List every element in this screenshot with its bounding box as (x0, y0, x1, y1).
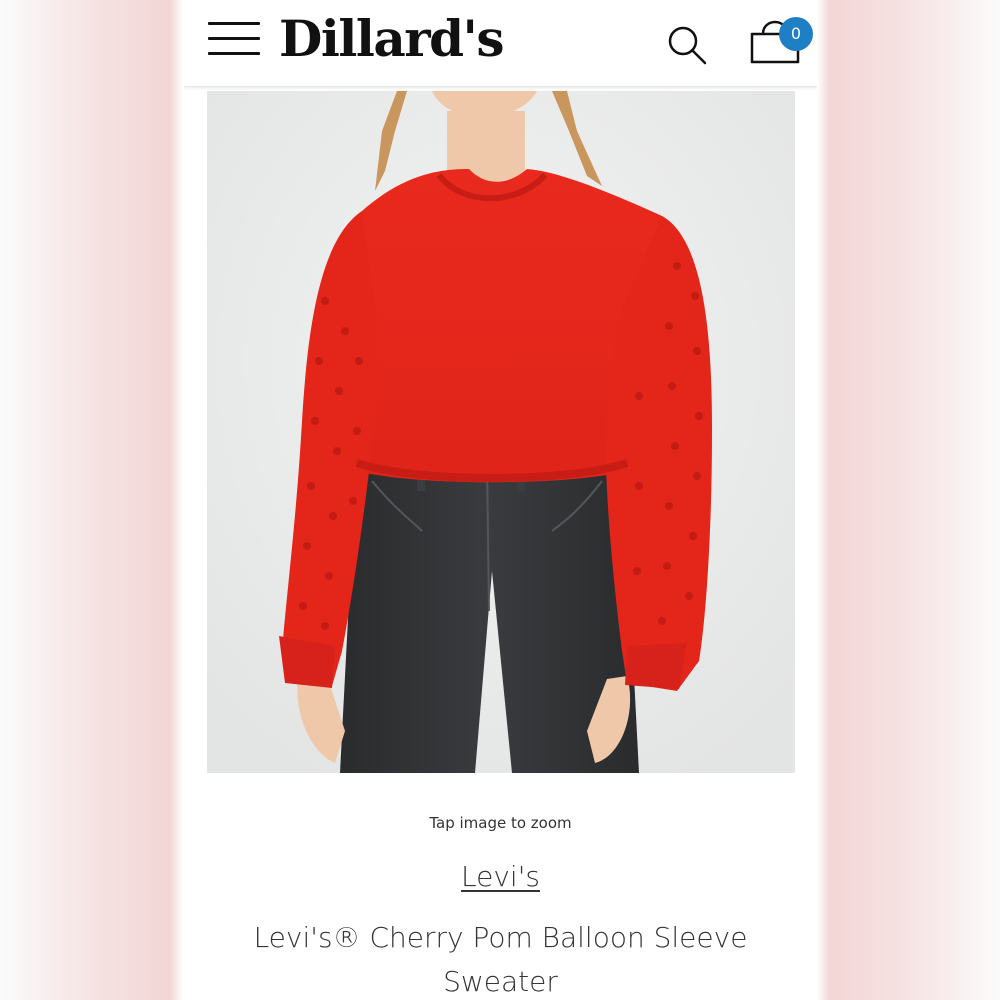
search-icon[interactable] (666, 24, 710, 68)
top-navigation-bar: Dillard's 0 (184, 0, 817, 87)
brand-link-wrapper: Levi's (184, 860, 817, 893)
product-title: Levi's® Cherry Pom Balloon Sleeve Sweate… (253, 921, 748, 998)
product-page: Dillard's 0 Tap image to zoom Levi's Lev… (184, 0, 817, 1000)
tap-to-zoom-hint: Tap image to zoom (429, 814, 572, 832)
hamburger-menu-icon[interactable] (208, 20, 260, 60)
cart-count-badge: 0 (779, 17, 813, 51)
brand-link[interactable]: Levi's (461, 860, 540, 893)
dillards-logo[interactable]: Dillard's (279, 8, 505, 70)
product-image[interactable] (207, 91, 795, 773)
